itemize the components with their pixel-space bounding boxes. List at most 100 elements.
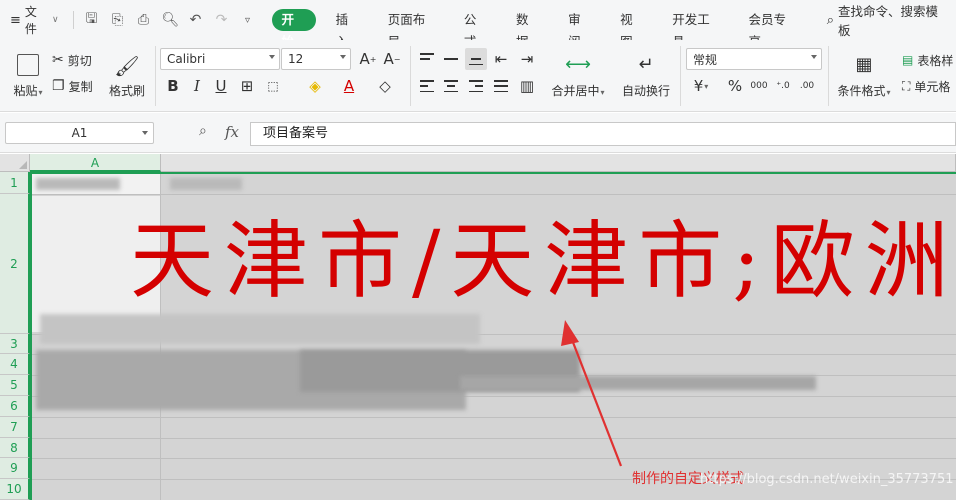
format-painter-button[interactable]: 🖌︎ 格式刷 [106,48,148,104]
brush-icon: 🖌︎ [114,53,140,78]
row-header[interactable]: 5 [0,375,30,396]
select-all-corner[interactable] [0,154,30,172]
clipboard-icon [17,53,39,76]
merge-center-label: 合并居中 [551,83,600,98]
increase-font-icon[interactable]: A + [357,48,379,70]
redo-icon[interactable]: ↷ [214,12,230,28]
increase-decimal-icon[interactable]: ⁺.0 [772,75,794,97]
formula-input[interactable]: 项目备案号 [250,122,956,146]
row-header[interactable]: 3 [0,334,30,354]
clear-format-icon[interactable]: ◇ [374,75,396,97]
wrap-text-button[interactable]: ↵ 自动换行 [618,48,674,104]
command-search[interactable]: ⌕ 查找命令、搜索模板 [819,4,956,38]
zoom-search-icon[interactable]: ⌕ [199,123,219,143]
format-painter-label: 格式刷 [108,83,145,98]
menu-divider [72,11,74,29]
print-preview-icon[interactable]: 🔍︎ [162,12,180,28]
increase-indent-icon[interactable]: ⇥ [516,48,538,70]
tab-review[interactable]: 审阅 [554,9,606,49]
align-bottom-icon[interactable] [465,48,487,70]
cell-style-icon: ⛶ [902,78,911,93]
row-header[interactable]: 8 [0,438,30,458]
merge-cells-icon: ⟷ [565,53,591,75]
font-name-value: Calibri [167,52,206,66]
row-header[interactable]: 9 [0,458,30,479]
hamburger-icon: ≡ [10,12,21,28]
file-menu-label: 文件 [24,5,37,36]
print-icon[interactable]: ⎙ [136,12,152,28]
tab-data[interactable]: 数据 [502,9,554,49]
italic-button[interactable]: I [186,75,208,97]
tab-page-layout[interactable]: 页面布局 [374,9,450,49]
copy-button[interactable]: ❐ 复制 [52,76,93,96]
chevron-down-icon: ∨ [51,15,59,25]
watermark-text: https://blog.csdn.net/weixin_35773751 [700,472,954,487]
conditional-format-button[interactable]: ▦ 条件格式▾ [836,48,892,104]
font-color-icon[interactable]: A [338,75,360,97]
font-name-select[interactable]: Calibri [160,48,280,70]
copy-icon: ❐ [52,78,65,94]
tab-member[interactable]: 会员专享 [734,9,810,49]
paste-button[interactable]: 粘贴▾ [8,48,48,104]
decrease-decimal-icon[interactable]: .00 [796,75,818,97]
cut-button[interactable]: ✂ 剪切 [52,50,92,70]
paste-label: 粘贴 [13,83,38,98]
thousands-separator-button[interactable]: 000 [748,75,770,97]
align-right-icon[interactable] [465,75,487,97]
bold-button[interactable]: B [162,75,184,97]
annotation-arrow [561,320,623,467]
distributed-icon[interactable]: ▥ [516,75,538,97]
align-top-icon[interactable] [416,48,438,70]
conditional-format-label: 条件格式 [837,83,886,98]
row-header[interactable]: 4 [0,354,30,375]
undo-icon[interactable]: ↶ [188,12,204,28]
search-icon: ⌕ [826,12,834,28]
tab-insert[interactable]: 插入 [322,9,374,49]
tab-view[interactable]: 视图 [606,9,658,49]
table-style-button[interactable]: ▤ 表格样 [902,50,953,70]
borders-icon[interactable]: ⊞ [236,75,258,97]
copy-label: 复制 [68,79,93,94]
font-size-value: 12 [288,52,304,66]
justify-icon[interactable] [490,75,512,97]
wrap-text-icon: ↵ [638,53,654,75]
cut-label: 剪切 [67,53,92,68]
align-middle-icon[interactable] [440,48,462,70]
row-header[interactable]: 7 [0,417,30,438]
name-box[interactable]: A1 [5,122,154,144]
name-box-value: A1 [71,126,88,140]
file-menu[interactable]: ≡ 文件 ∨ [0,5,67,36]
underline-button[interactable]: U [210,75,232,97]
export-icon[interactable]: ⎘ [110,12,126,28]
currency-button[interactable]: ¥ ▾ [690,75,712,97]
align-center-icon[interactable] [440,75,462,97]
column-header-b[interactable] [161,154,956,172]
cell-large-text: 天津市/天津市;欧洲 [130,212,956,310]
command-search-label: 查找命令、搜索模板 [837,4,938,38]
ribbon-tabs: 开始 插入 页面布局 公式 数据 审阅 视图 开发工具 会员专享 [271,9,811,49]
number-format-value: 常规 [693,52,718,67]
percent-button[interactable]: % [724,75,746,97]
merge-center-button[interactable]: ⟷ 合并居中▾ [550,48,606,104]
number-format-select[interactable]: 常规 [686,48,822,70]
column-header-a[interactable]: A [30,154,161,172]
tab-formulas[interactable]: 公式 [450,9,502,49]
decrease-font-icon[interactable]: A − [381,48,403,70]
insert-function-icon[interactable]: fx [225,123,239,141]
wrap-text-label: 自动换行 [621,83,670,98]
row-header[interactable]: 2 [0,194,30,334]
row-header[interactable]: 10 [0,479,30,500]
tab-developer[interactable]: 开发工具 [658,9,734,49]
border-style-icon[interactable]: ⬚ [262,75,284,97]
fill-color-icon[interactable]: ◈ [304,75,326,97]
row-header[interactable]: 6 [0,396,30,417]
save-icon[interactable]: 🖫 [84,8,100,32]
quick-access-toolbar: 🖫 ⎘ ⎙ 🔍︎ ↶ ↷ ▿ [80,8,260,32]
customize-dropdown-icon[interactable]: ▿ [240,15,256,26]
decrease-indent-icon[interactable]: ⇤ [490,48,512,70]
row-header[interactable]: 1 [0,172,30,194]
font-size-select[interactable]: 12 [281,48,351,70]
tab-home[interactable]: 开始 [271,9,316,49]
align-left-icon[interactable] [416,75,438,97]
cell-style-button[interactable]: ⛶ 单元格 [902,76,950,96]
